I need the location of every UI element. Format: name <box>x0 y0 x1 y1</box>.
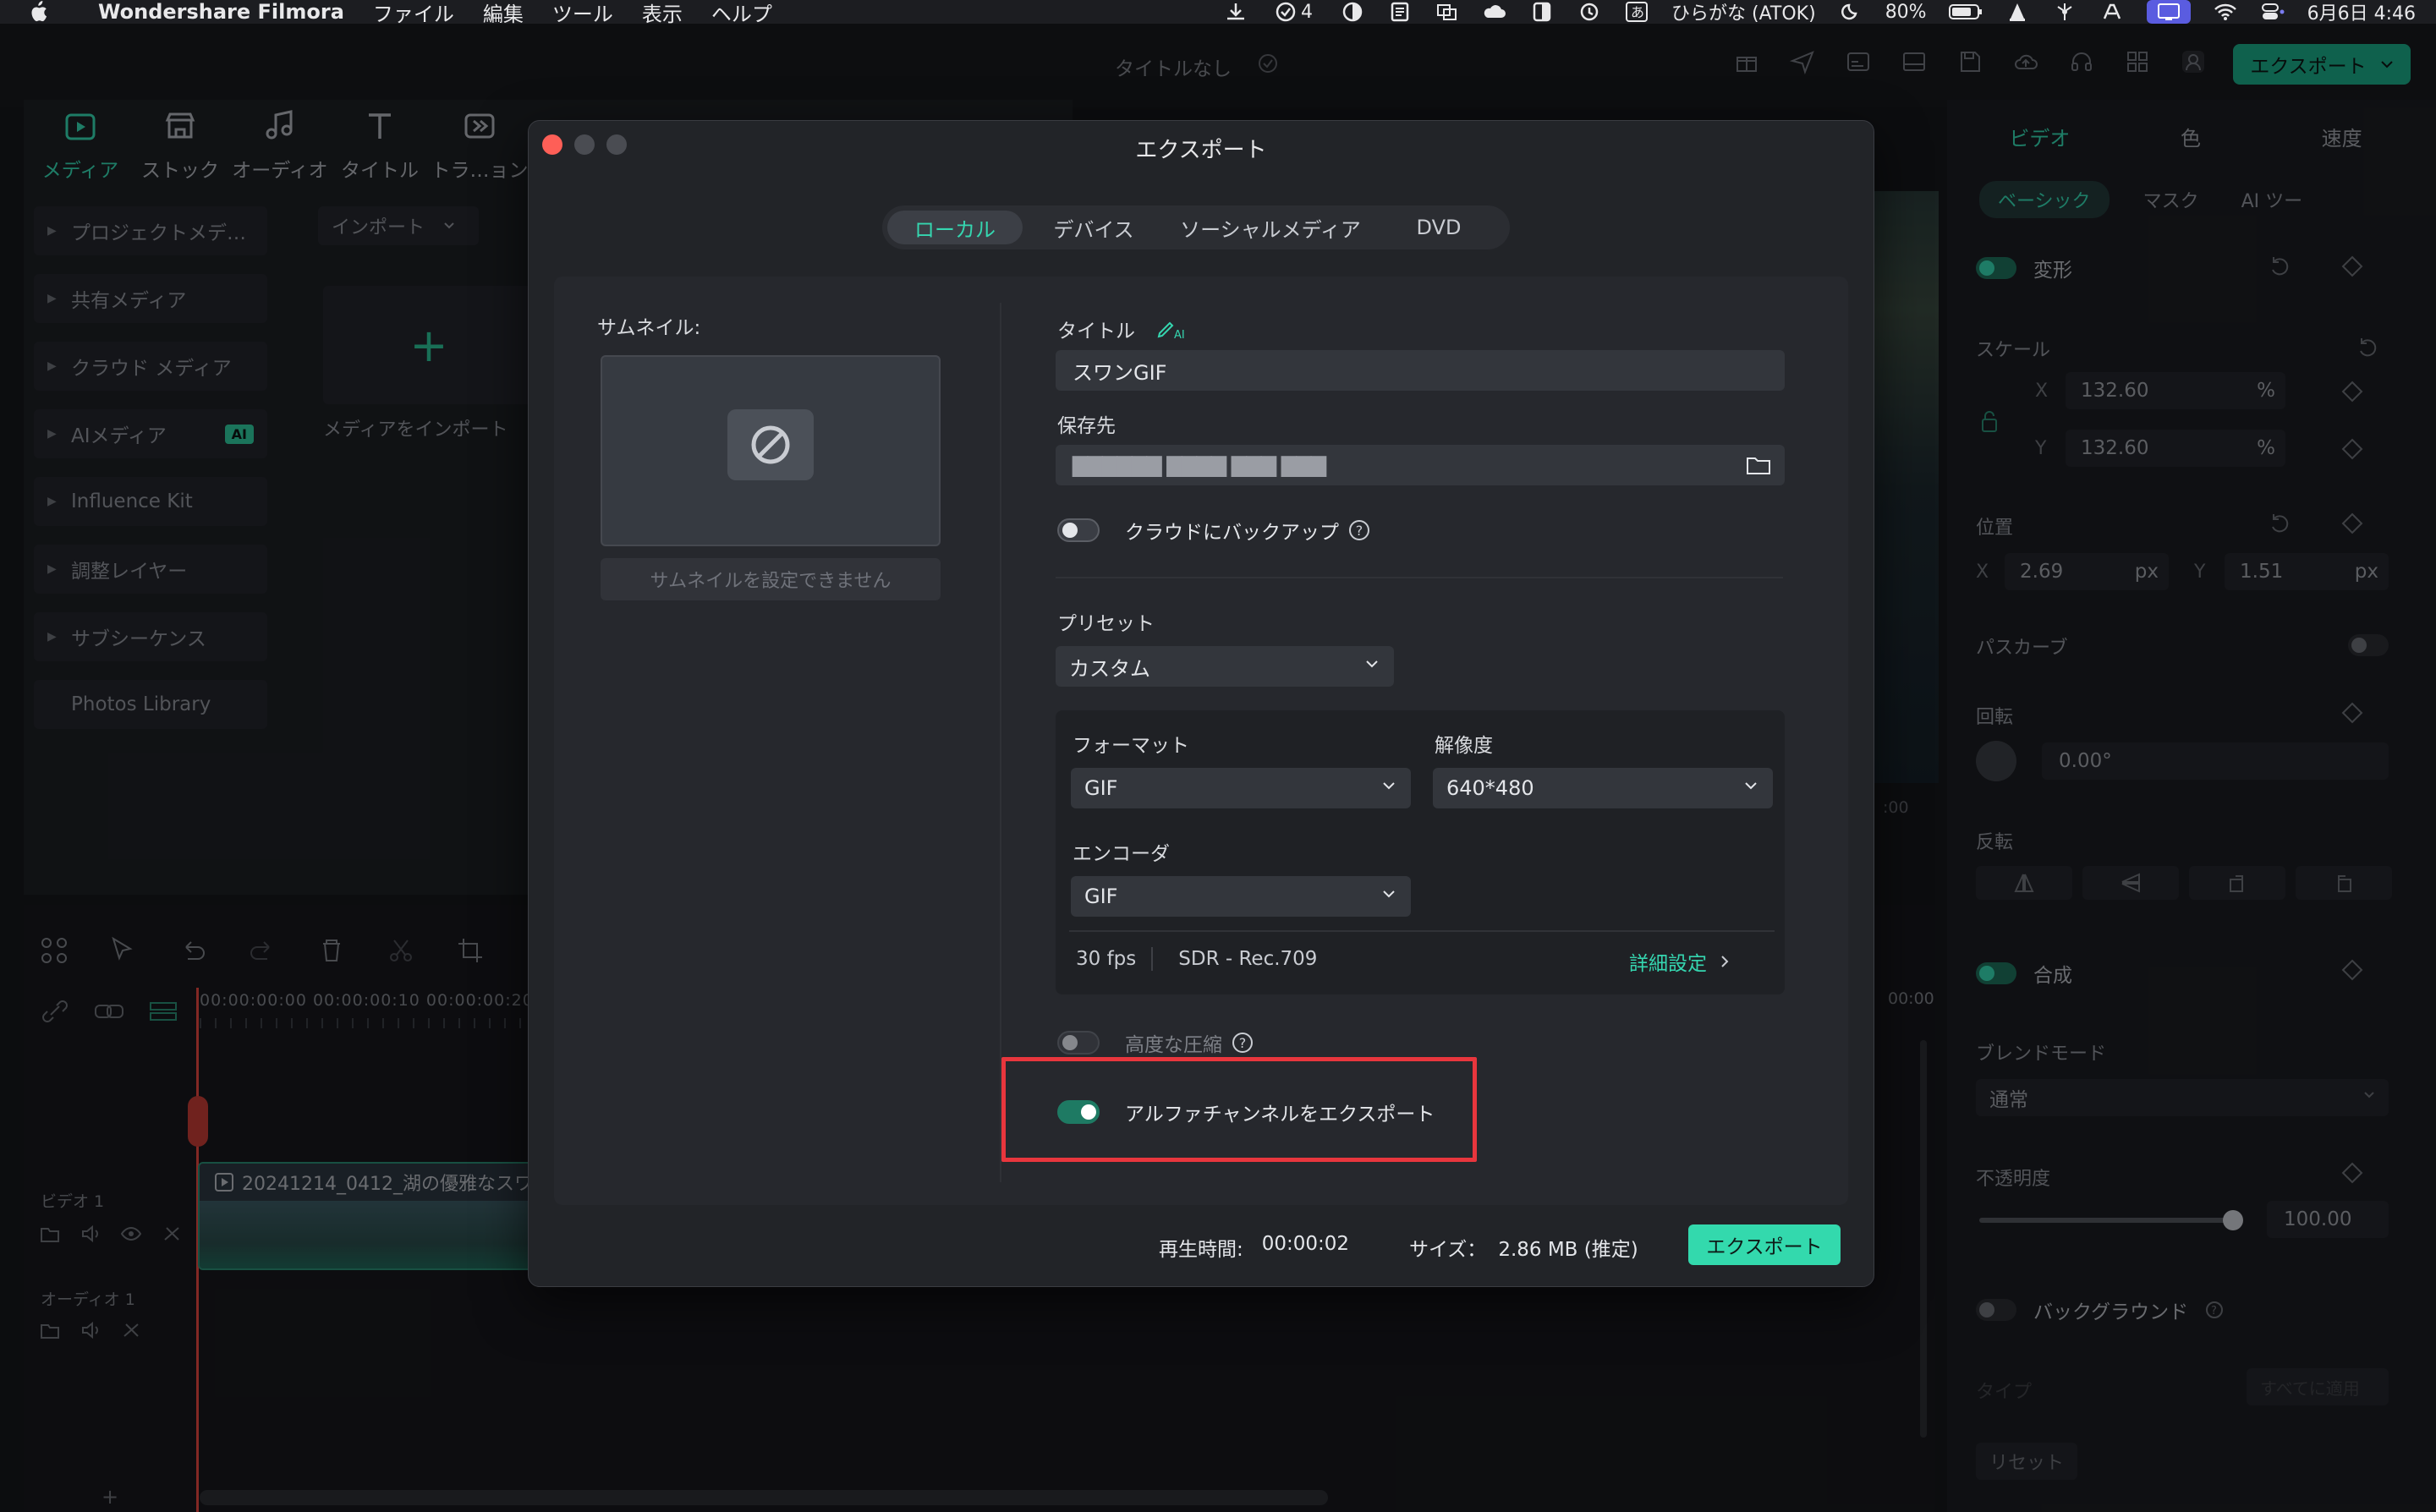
format-divider <box>1069 930 1775 932</box>
help-icon[interactable]: ? <box>1232 1033 1253 1053</box>
duration-info: 再生時間: 00:00:02 <box>1159 1233 1349 1262</box>
chevron-down-icon <box>1744 781 1758 790</box>
advanced-compression-toggle[interactable] <box>1057 1031 1100 1055</box>
text-tool-icon[interactable] <box>2099 2 2125 22</box>
cloud-backup-label: クラウドにバックアップ <box>1125 522 1339 544</box>
battery-percent: 80% <box>1885 1 1927 23</box>
cloud-backup-toggle[interactable] <box>1057 518 1100 542</box>
set-thumbnail-button[interactable]: サムネイルを設定できません <box>601 558 941 600</box>
tab-social-media[interactable]: ソーシャルメディア <box>1165 211 1376 244</box>
screen-share-icon[interactable] <box>2146 0 2191 24</box>
menu-view[interactable]: 表示 <box>642 0 683 27</box>
resolution-value: 640*480 <box>1446 776 1534 800</box>
menu-tools[interactable]: ツール <box>552 0 613 27</box>
windows-icon[interactable] <box>1435 2 1460 22</box>
input-method-icon[interactable]: あ <box>1624 2 1649 22</box>
encoder-select[interactable]: GIF <box>1071 876 1411 917</box>
ai-pen-icon[interactable]: AI <box>1155 318 1186 340</box>
export-button[interactable]: エクスポート <box>1688 1224 1841 1265</box>
menu-file[interactable]: ファイル <box>373 0 454 27</box>
size-info: サイズ： 2.86 MB (推定) <box>1409 1233 1638 1262</box>
app-name-menu[interactable]: Wondershare Filmora <box>98 0 344 24</box>
time-machine-icon[interactable] <box>1577 2 1602 22</box>
no-thumbnail-icon <box>727 409 814 480</box>
tab-local[interactable]: ローカル <box>887 211 1023 244</box>
menu-bar: Wondershare Filmora ファイル 編集 ツール 表示 ヘルプ 4… <box>0 0 2436 27</box>
format-value: GIF <box>1084 776 1118 800</box>
cloud-icon[interactable] <box>1482 2 1507 22</box>
fps-value: 30 fps <box>1076 948 1137 970</box>
notes-icon[interactable] <box>1387 2 1413 22</box>
advanced-settings-label: 詳細設定 <box>1629 953 1707 975</box>
format-label: フォーマット <box>1073 735 1189 757</box>
moon-icon[interactable] <box>1838 2 1863 22</box>
title-input[interactable]: スワンGIF <box>1056 350 1785 391</box>
save-path-input[interactable]: ▇▇▇▇▇▇ ▇▇▇▇ ▇▇▇ ▇▇▇ <box>1056 445 1785 485</box>
duration-value: 00:00:02 <box>1261 1233 1350 1255</box>
svg-text:あ: あ <box>1631 4 1644 20</box>
contrast-icon[interactable] <box>1340 2 1365 22</box>
advanced-settings-link[interactable]: 詳細設定 <box>1629 947 1729 976</box>
advanced-compression-row: 高度な圧縮? <box>1057 1028 1253 1057</box>
save-path-value: ▇▇▇▇▇▇ ▇▇▇▇ ▇▇▇ ▇▇▇ <box>1073 453 1326 477</box>
title-field-label: タイトル AI <box>1057 315 1186 343</box>
chevron-down-icon <box>1382 781 1396 790</box>
chevron-down-icon <box>1382 890 1396 898</box>
encoder-label: エンコーダ <box>1073 843 1170 865</box>
tasks-count: 4 <box>1301 1 1313 23</box>
title-label: タイトル <box>1057 320 1135 342</box>
menu-edit[interactable]: 編集 <box>483 0 524 27</box>
thumbnail-preview <box>601 355 941 546</box>
display-icon[interactable] <box>1529 2 1555 22</box>
chevron-right-icon <box>1720 955 1729 968</box>
export-button-label: エクスポート <box>1706 1236 1823 1258</box>
wifi-icon[interactable] <box>2213 2 2238 22</box>
size-value: 2.86 MB (推定) <box>1498 1239 1638 1261</box>
title-input-value: スワンGIF <box>1073 360 1167 385</box>
download-icon[interactable] <box>1223 2 1248 22</box>
resolution-select[interactable]: 640*480 <box>1433 768 1773 808</box>
preset-label: プリセット <box>1057 613 1155 635</box>
export-tabs: ローカル デバイス ソーシャルメディア DVD <box>882 205 1510 249</box>
tab-device[interactable]: デバイス <box>1023 211 1165 244</box>
resolution-label: 解像度 <box>1435 735 1493 757</box>
format-select[interactable]: GIF <box>1071 768 1411 808</box>
section-divider <box>1056 577 1783 578</box>
clock[interactable]: 6月6日 4:46 <box>2307 0 2416 25</box>
tasks-status[interactable]: 4 <box>1270 1 1318 23</box>
duration-label: 再生時間: <box>1159 1239 1243 1261</box>
folder-icon[interactable] <box>1746 455 1771 475</box>
chevron-down-icon <box>1365 660 1379 668</box>
help-icon[interactable]: ? <box>1349 520 1369 540</box>
apple-icon[interactable] <box>20 0 56 24</box>
set-thumbnail-label: サムネイルを設定できません <box>650 571 892 592</box>
network-icon[interactable] <box>2052 2 2077 22</box>
size-label: サイズ： <box>1409 1239 1487 1261</box>
battery-icon[interactable] <box>1948 2 1983 22</box>
cloud-backup-row: クラウドにバックアップ? <box>1057 516 1369 545</box>
annotation-highlight-box <box>1001 1057 1477 1162</box>
thumbnail-label: サムネイル: <box>597 317 701 339</box>
tab-dvd[interactable]: DVD <box>1376 211 1501 244</box>
color-space-value: SDR - Rec.709 <box>1178 948 1318 970</box>
control-center-icon[interactable] <box>2260 2 2285 22</box>
dialog-divider <box>1000 303 1001 1182</box>
vlc-icon[interactable] <box>2005 2 2030 22</box>
dialog-title: エクスポート <box>1135 138 1267 163</box>
input-method-label[interactable]: ひらがな (ATOK) <box>1671 0 1816 25</box>
preset-select[interactable]: カスタム <box>1056 646 1394 687</box>
save-to-label: 保存先 <box>1057 415 1116 437</box>
preset-value: カスタム <box>1069 656 1150 681</box>
format-summary: 30 fps SDR - Rec.709 <box>1076 947 1317 971</box>
encoder-value: GIF <box>1084 885 1118 908</box>
svg-text:AI: AI <box>1174 329 1185 340</box>
menu-help[interactable]: ヘルプ <box>711 0 772 27</box>
advanced-compression-label: 高度な圧縮 <box>1125 1034 1222 1056</box>
